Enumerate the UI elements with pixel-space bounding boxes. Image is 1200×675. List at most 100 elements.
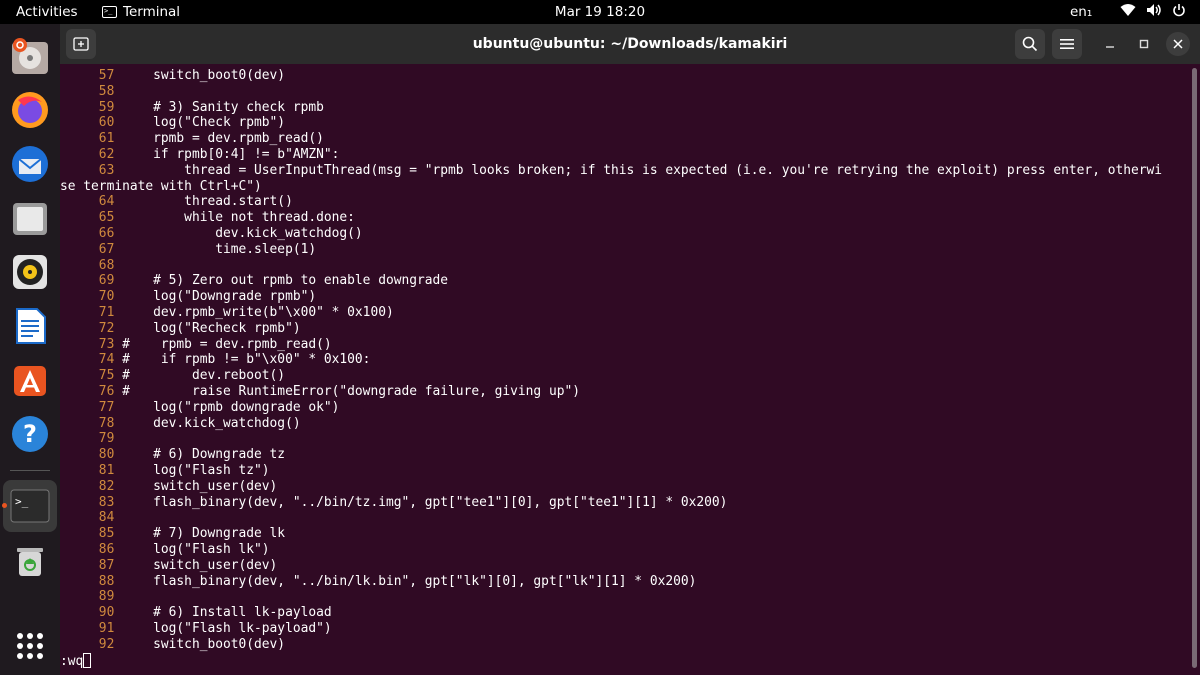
code-text: switch_user(dev) xyxy=(122,557,278,573)
libreoffice-writer-icon[interactable] xyxy=(6,302,54,350)
code-line: 79 xyxy=(60,431,122,447)
code-text: # rpmb = dev.rpmb_read() xyxy=(122,336,332,352)
minimize-button[interactable] xyxy=(1098,32,1122,56)
line-number: 59 xyxy=(60,99,123,115)
code-text: switch_boot0(dev) xyxy=(122,636,286,652)
code-line: 81 log("Flash tz") xyxy=(60,463,270,479)
scrollbar[interactable] xyxy=(1192,68,1197,668)
code-text: rpmb = dev.rpmb_read() xyxy=(122,131,324,147)
code-text: log("Check rpmb") xyxy=(122,115,286,131)
command-text: :wq xyxy=(60,653,84,669)
line-number: 71 xyxy=(60,305,123,320)
line-number: 81 xyxy=(60,463,123,478)
svg-text:>_: >_ xyxy=(15,495,29,508)
code-line: 62 if rpmb[0:4] != b"AMZN": xyxy=(60,147,340,163)
code-line: 68 xyxy=(60,258,122,274)
language-indicator[interactable]: en₁ xyxy=(1070,4,1092,20)
code-line: 82 switch_user(dev) xyxy=(60,478,278,495)
svg-text:?: ? xyxy=(23,420,37,448)
search-button[interactable] xyxy=(1015,29,1045,59)
line-number: 85 xyxy=(60,526,123,542)
code-line: 87 switch_user(dev) xyxy=(60,557,278,574)
help-icon[interactable]: ? xyxy=(6,410,54,458)
line-number: 80 xyxy=(60,447,123,463)
menu-button[interactable] xyxy=(1052,29,1082,59)
line-number: 68 xyxy=(60,257,123,273)
minimize-icon xyxy=(1106,46,1114,48)
line-number: 69 xyxy=(60,273,123,289)
code-text: # 6) Downgrade tz xyxy=(122,447,286,463)
code-line: 61 rpmb = dev.rpmb_read() xyxy=(60,131,324,147)
code-text: dev.rpmb_write(b"\x00" * 0x100) xyxy=(122,305,394,320)
app-center-icon[interactable] xyxy=(6,356,54,404)
code-text: log("Downgrade rpmb") xyxy=(122,289,317,305)
code-line: 86 log("Flash lk") xyxy=(60,542,270,558)
system-tray[interactable] xyxy=(1120,3,1186,17)
line-number: 57 xyxy=(60,68,123,83)
new-tab-button[interactable] xyxy=(66,29,96,59)
line-number: 74 xyxy=(60,352,123,368)
line-number: 72 xyxy=(60,320,123,336)
code-text: thread.start() xyxy=(122,194,293,210)
line-number: 88 xyxy=(60,573,123,589)
line-number: 91 xyxy=(60,621,123,636)
line-number: 60 xyxy=(60,115,123,131)
code-text: # dev.reboot() xyxy=(122,368,286,384)
activities-button[interactable]: Activities xyxy=(16,4,78,20)
code-line: 71 dev.rpmb_write(b"\x00" * 0x100) xyxy=(60,305,394,321)
running-indicator xyxy=(2,503,7,508)
code-text: switch_user(dev) xyxy=(122,478,278,494)
thunderbird-icon[interactable] xyxy=(6,140,54,188)
code-line: 89 xyxy=(60,589,122,605)
dock: ? >_ xyxy=(0,24,60,675)
app-menu[interactable]: >_ Terminal xyxy=(102,4,180,20)
code-text: flash_binary(dev, "../bin/lk.bin", gpt["… xyxy=(122,573,697,589)
close-button[interactable] xyxy=(1166,32,1190,56)
code-line: 85 # 7) Downgrade lk xyxy=(60,526,285,542)
line-number: 84 xyxy=(60,510,123,526)
code-text: log("Flash lk") xyxy=(122,542,270,557)
code-text: thread = UserInputThread(msg = "rpmb loo… xyxy=(122,162,1163,178)
code-line: 57 switch_boot0(dev) xyxy=(60,68,285,84)
code-text: time.sleep(1) xyxy=(122,241,317,257)
code-line: 78 dev.kick_watchdog() xyxy=(60,416,301,432)
line-number: 87 xyxy=(60,557,123,573)
code-line: 90 # 6) Install lk-payload xyxy=(60,605,332,621)
code-line: 63 thread = UserInputThread(msg = "rpmb … xyxy=(60,163,1162,179)
app-menu-label: Terminal xyxy=(123,4,181,20)
code-text: # raise RuntimeError("downgrade failure,… xyxy=(122,384,580,399)
code-line: 64 thread.start() xyxy=(60,194,293,210)
code-text: # 5) Zero out rpmb to enable downgrade xyxy=(122,273,449,289)
line-number: 89 xyxy=(60,589,123,605)
maximize-button[interactable] xyxy=(1132,32,1156,56)
code-line: 88 flash_binary(dev, "../bin/lk.bin", gp… xyxy=(60,573,697,590)
show-apps-icon[interactable] xyxy=(6,622,54,670)
code-line: 76 # raise RuntimeError("downgrade failu… xyxy=(60,384,580,400)
line-number: 92 xyxy=(60,636,123,652)
code-text: dev.kick_watchdog() xyxy=(122,415,301,431)
code-text: log("Flash tz") xyxy=(122,463,270,478)
files-icon[interactable] xyxy=(6,194,54,242)
ubuntu-installer-icon[interactable] xyxy=(6,32,54,80)
trash-icon[interactable] xyxy=(6,536,54,584)
line-number: 65 xyxy=(60,210,123,226)
hamburger-icon xyxy=(1060,39,1074,49)
line-number: 61 xyxy=(60,131,123,147)
code-line: 72 log("Recheck rpmb") xyxy=(60,321,301,337)
firefox-icon[interactable] xyxy=(6,86,54,134)
terminal-app-icon: >_ xyxy=(102,6,117,18)
command-line[interactable]: :wq xyxy=(60,652,92,669)
line-number: 90 xyxy=(60,605,123,621)
terminal-icon[interactable]: >_ xyxy=(3,480,57,532)
terminal-content[interactable]: 57 switch_boot0(dev) 58 59 # 3) Sanity c… xyxy=(60,64,1192,675)
code-text: # 6) Install lk-payload xyxy=(122,605,332,621)
code-line: 59 # 3) Sanity check rpmb xyxy=(60,100,324,116)
code-text: log("Recheck rpmb") xyxy=(122,320,301,336)
clock[interactable]: Mar 19 18:20 xyxy=(555,4,645,20)
rhythmbox-icon[interactable] xyxy=(6,248,54,296)
code-line: 60 log("Check rpmb") xyxy=(60,115,285,131)
code-line: 58 xyxy=(60,84,122,100)
line-number: 64 xyxy=(60,194,123,210)
code-line: 84 xyxy=(60,510,122,526)
text-cursor xyxy=(83,652,92,668)
